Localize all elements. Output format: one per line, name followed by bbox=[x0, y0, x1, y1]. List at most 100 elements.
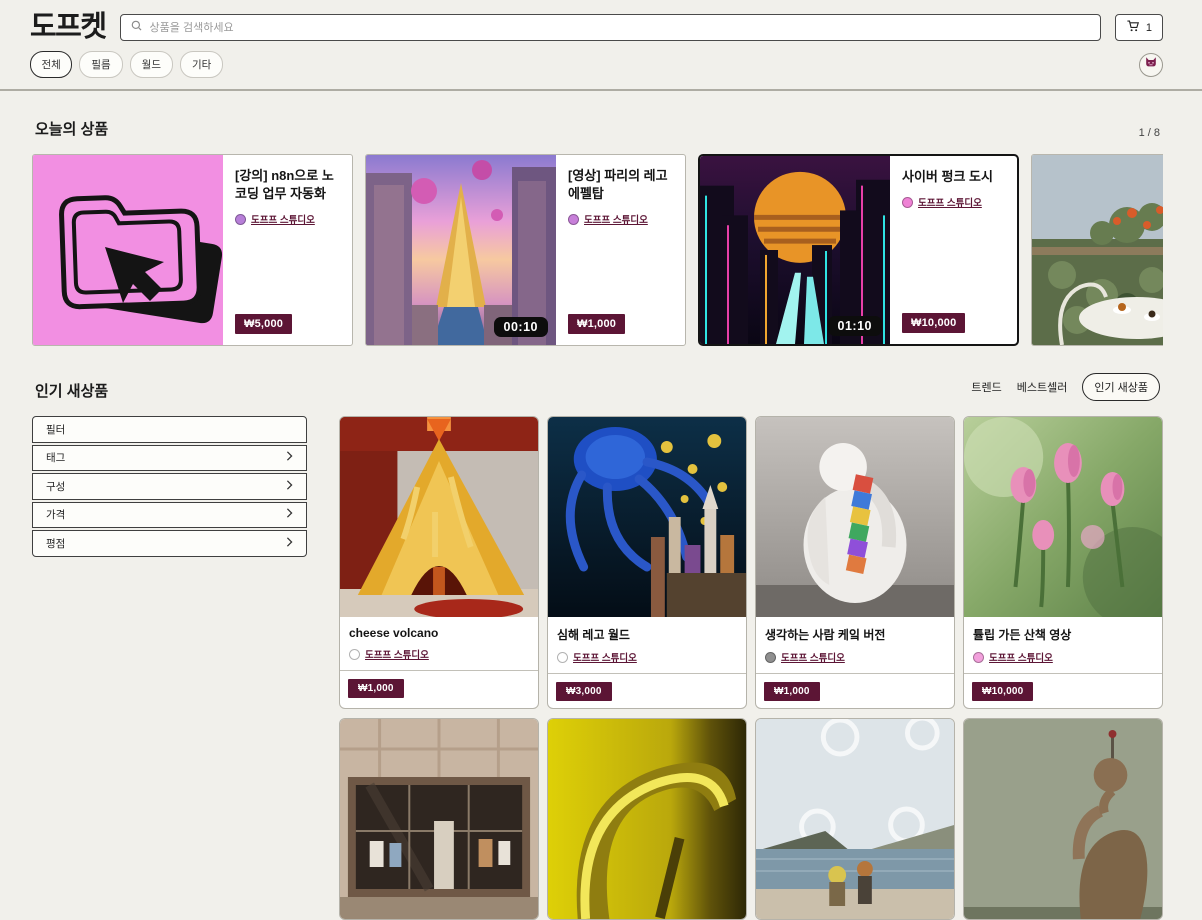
tab-bestseller[interactable]: 베스트셀러 bbox=[1017, 379, 1068, 395]
filter-group-price[interactable]: 가격 bbox=[32, 502, 307, 529]
price-badge: ₩10,000 bbox=[972, 682, 1033, 701]
popular-tabs: 트렌드 베스트셀러 인기 새상품 bbox=[971, 373, 1160, 401]
header-divider bbox=[0, 89, 1202, 91]
chevron-right-icon bbox=[286, 451, 293, 464]
seller-link[interactable]: 도프프 스튜디오 bbox=[251, 212, 315, 226]
featured-carousel: [강의] n8n으로 노코딩 업무 자동화 도프프 스튜디오 ₩5,000 bbox=[32, 154, 1163, 346]
product-title: 사이버 펑크 도시 bbox=[902, 168, 993, 186]
cart-icon bbox=[1126, 19, 1140, 36]
seller-link[interactable]: 도프프 스튜디오 bbox=[584, 212, 648, 226]
filter-group-rating[interactable]: 평점 bbox=[32, 530, 307, 557]
price-badge: ₩5,000 bbox=[235, 314, 292, 334]
chip-world[interactable]: 월드 bbox=[130, 51, 173, 78]
filter-header-label: 필터 bbox=[46, 422, 65, 437]
logo[interactable]: 도프켓 bbox=[30, 13, 106, 42]
price-badge: ₩3,000 bbox=[556, 682, 612, 701]
product-title: [영상] 파리의 레고 에펠탑 bbox=[568, 167, 673, 203]
seller-row: 도프프 스튜디오 bbox=[557, 650, 737, 664]
chevron-right-icon bbox=[286, 537, 293, 550]
chevron-right-icon bbox=[286, 508, 293, 521]
filter-group-label: 가격 bbox=[46, 507, 65, 522]
filter-group-label: 구성 bbox=[46, 479, 65, 494]
product-image-cyberpunk-city: 01:10 bbox=[700, 156, 890, 344]
search-input[interactable] bbox=[150, 22, 1091, 34]
product-card[interactable] bbox=[755, 718, 955, 920]
seller-avatar bbox=[557, 652, 568, 663]
product-title: cheese volcano bbox=[349, 626, 529, 640]
product-image-deep-sea-lego bbox=[548, 417, 746, 617]
price-badge: ₩10,000 bbox=[902, 313, 965, 333]
chip-all[interactable]: 전체 bbox=[30, 51, 72, 78]
seller-row: 도프프 스튜디오 bbox=[902, 195, 982, 209]
price-badge: ₩1,000 bbox=[568, 314, 625, 334]
cart-count: 1 bbox=[1146, 22, 1152, 34]
seller-link[interactable]: 도프프 스튜디오 bbox=[365, 647, 429, 661]
seller-row: 도프프 스튜디오 bbox=[765, 650, 945, 664]
featured-card-highlighted[interactable]: 01:10 사이버 펑크 도시 도프프 스튜디오 ₩10,000 bbox=[698, 154, 1019, 346]
seller-avatar bbox=[568, 214, 579, 225]
seller-link[interactable]: 도프프 스튜디오 bbox=[781, 650, 845, 664]
cart-button[interactable]: 1 bbox=[1115, 14, 1163, 41]
product-card[interactable]: 심해 레고 월드 도프프 스튜디오 ₩3,000 bbox=[547, 416, 747, 709]
chip-film[interactable]: 필름 bbox=[79, 51, 122, 78]
header: 도프켓 1 전체 필름 월드 기타 bbox=[0, 0, 1202, 88]
product-image-tulip-garden bbox=[964, 417, 1162, 617]
product-image-clothing-store bbox=[340, 719, 538, 919]
featured-section: 오늘의 상품 1 / 8 [강 bbox=[32, 118, 1163, 346]
seller-row: 도프프 스튜디오 bbox=[349, 647, 529, 661]
seller-row: 도프프 스튜디오 bbox=[568, 212, 648, 226]
video-duration-badge: 00:10 bbox=[494, 317, 548, 337]
product-card[interactable] bbox=[963, 718, 1163, 920]
seller-link[interactable]: 도프프 스튜디오 bbox=[989, 650, 1053, 664]
featured-section-title: 오늘의 상품 bbox=[35, 118, 108, 139]
product-title: 생각하는 사람 케잌 버전 bbox=[765, 626, 945, 643]
featured-card[interactable]: 00:10 [영상] 파리의 레고 에펠탑 도프프 스튜디오 ₩1,000 bbox=[365, 154, 686, 346]
seller-avatar bbox=[902, 197, 913, 208]
seller-avatar bbox=[349, 649, 360, 660]
main-content: 오늘의 상품 1 / 8 [강 bbox=[0, 118, 1202, 920]
search-box bbox=[120, 14, 1101, 41]
tab-popular-new[interactable]: 인기 새상품 bbox=[1082, 373, 1160, 401]
filter-panel: 필터 태그 구성 가격 bbox=[32, 416, 307, 557]
product-image-lego-paris: 00:10 bbox=[366, 155, 556, 345]
seller-row: 도프프 스튜디오 bbox=[235, 212, 315, 226]
product-card[interactable] bbox=[339, 718, 539, 920]
product-title: 심해 레고 월드 bbox=[557, 626, 737, 643]
product-card[interactable]: cheese volcano 도프프 스튜디오 ₩1,000 bbox=[339, 416, 539, 709]
price-badge: ₩1,000 bbox=[764, 682, 820, 701]
product-image-yellow-lamp bbox=[548, 719, 746, 919]
product-image-beach-scene bbox=[756, 719, 954, 919]
product-image-thinker-cake bbox=[756, 417, 954, 617]
product-image-folder-cursor bbox=[33, 155, 223, 345]
filter-group-label: 태그 bbox=[46, 450, 65, 465]
filter-group-composition[interactable]: 구성 bbox=[32, 473, 307, 500]
cat-face-icon bbox=[1143, 54, 1159, 75]
search-icon bbox=[130, 19, 143, 37]
popular-section-title: 인기 새상품 bbox=[35, 380, 108, 401]
product-image-stone-statue bbox=[964, 719, 1162, 919]
carousel-pagination: 1 / 8 bbox=[1139, 127, 1160, 139]
product-card[interactable]: 튤립 가든 산책 영상 도프프 스튜디오 ₩10,000 bbox=[963, 416, 1163, 709]
seller-avatar bbox=[235, 214, 246, 225]
product-card[interactable] bbox=[547, 718, 747, 920]
profile-avatar[interactable] bbox=[1139, 53, 1163, 77]
seller-row: 도프프 스튜디오 bbox=[973, 650, 1153, 664]
tab-trend[interactable]: 트렌드 bbox=[971, 379, 1001, 395]
product-card[interactable]: 생각하는 사람 케잌 버전 도프프 스튜디오 ₩1,000 bbox=[755, 416, 955, 709]
product-title: [강의] n8n으로 노코딩 업무 자동화 bbox=[235, 167, 340, 203]
product-image-cheese-volcano bbox=[340, 417, 538, 617]
category-chips: 전체 필름 월드 기타 bbox=[30, 51, 223, 78]
seller-avatar bbox=[973, 652, 984, 663]
chip-etc[interactable]: 기타 bbox=[180, 51, 223, 78]
filter-group-tags[interactable]: 태그 bbox=[32, 445, 307, 472]
seller-link[interactable]: 도프프 스튜디오 bbox=[573, 650, 637, 664]
popular-section: 인기 새상품 트렌드 베스트셀러 인기 새상품 필터 태그 bbox=[32, 373, 1163, 920]
product-image-terrace-cafe bbox=[1032, 155, 1163, 345]
chevron-right-icon bbox=[286, 480, 293, 493]
video-duration-badge: 01:10 bbox=[828, 316, 882, 336]
seller-avatar bbox=[765, 652, 776, 663]
seller-link[interactable]: 도프프 스튜디오 bbox=[918, 195, 982, 209]
product-grid: cheese volcano 도프프 스튜디오 ₩1,000 bbox=[339, 416, 1163, 920]
featured-card[interactable]: [강의] n8n으로 노코딩 업무 자동화 도프프 스튜디오 ₩5,000 bbox=[32, 154, 353, 346]
featured-card[interactable] bbox=[1031, 154, 1163, 346]
